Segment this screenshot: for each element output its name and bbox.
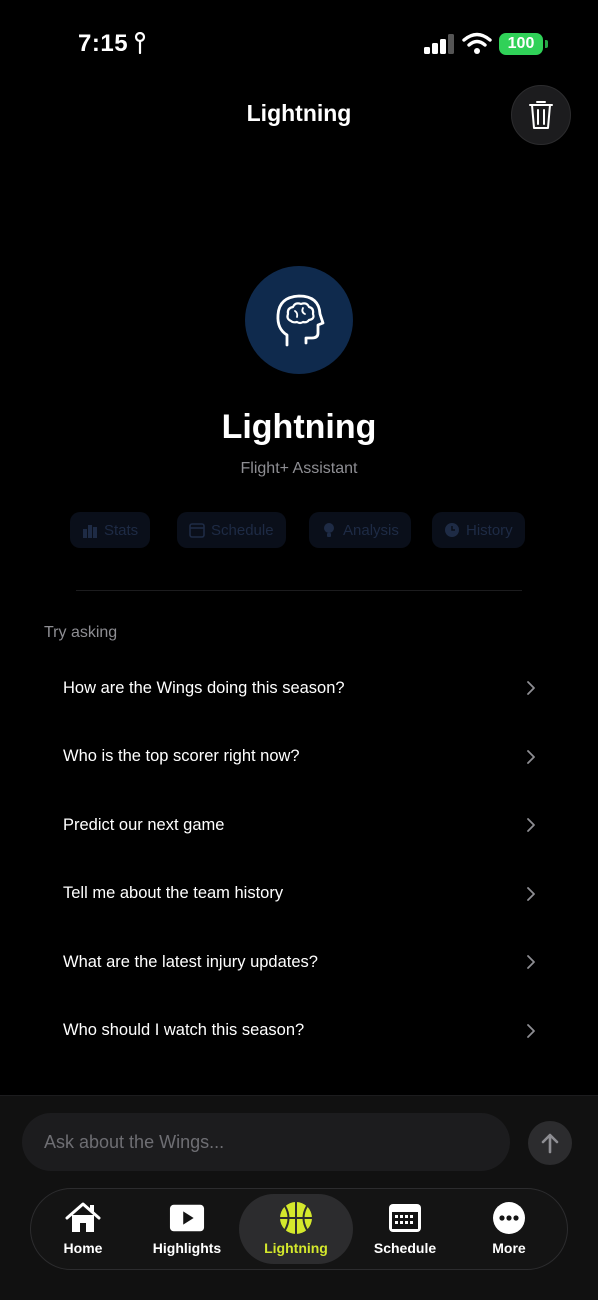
suggestion-text: Who is the top scorer right now?: [63, 747, 300, 766]
tab-home[interactable]: Home: [31, 1194, 135, 1264]
page-title: Lightning: [246, 100, 352, 126]
chip-label: Schedule: [211, 521, 274, 539]
topic-chips: Stats Schedule Analysis History: [0, 512, 598, 548]
ask-input[interactable]: [22, 1113, 510, 1171]
brain-head-icon: [276, 294, 325, 347]
suggestion-text: Who should I watch this season?: [63, 1021, 305, 1040]
suggestion-item[interactable]: Who should I watch this season?: [44, 997, 554, 1066]
chip-label: Stats: [104, 521, 139, 539]
tab-label: Highlights: [152, 1240, 222, 1256]
clock-icon: [445, 523, 459, 537]
clear-chat-button[interactable]: [511, 85, 571, 145]
status-time: 7:15: [78, 30, 129, 57]
tab-label: Schedule: [373, 1240, 437, 1256]
chip-history[interactable]: History: [432, 512, 525, 548]
location-pin-icon: [134, 32, 146, 54]
chevron-right-icon: [527, 749, 535, 764]
cellular-signal-icon: [424, 34, 454, 54]
assistant-subtitle: Flight+ Assistant: [240, 460, 358, 477]
chevron-right-icon: [527, 681, 535, 696]
suggestion-item[interactable]: Tell me about the team history: [44, 860, 554, 929]
section-divider: [76, 590, 522, 591]
chevron-right-icon: [527, 818, 535, 833]
calendar-icon: [189, 523, 205, 538]
play-icon: [169, 1204, 205, 1232]
chip-stats[interactable]: Stats: [70, 512, 151, 548]
basketball-icon: [280, 1202, 312, 1234]
chip-label: History: [466, 521, 513, 539]
battery-indicator: 100: [499, 33, 543, 55]
chevron-right-icon: [527, 1023, 535, 1038]
trash-icon: [529, 101, 553, 129]
tab-schedule[interactable]: Schedule: [353, 1194, 457, 1264]
status-bar: 7:15 100: [0, 0, 598, 90]
tab-highlights[interactable]: Highlights: [135, 1194, 239, 1264]
tab-bar: Home Highlights Lightning Schedule More: [30, 1188, 568, 1270]
lightbulb-icon: [324, 523, 334, 537]
suggestion-text: Tell me about the team history: [63, 884, 284, 903]
calendar-icon: [389, 1204, 421, 1232]
suggestion-item[interactable]: Who is the top scorer right now?: [44, 723, 554, 792]
home-icon: [65, 1202, 101, 1232]
suggestion-text: How are the Wings doing this season?: [63, 678, 345, 697]
more-icon: [493, 1202, 525, 1234]
bar-chart-icon: [83, 525, 97, 538]
tab-lightning[interactable]: Lightning: [239, 1194, 353, 1264]
tab-label: More: [492, 1240, 526, 1256]
suggestion-item[interactable]: How are the Wings doing this season?: [44, 654, 554, 723]
assistant-avatar: [245, 266, 353, 374]
suggestion-text: Predict our next game: [63, 815, 225, 834]
suggestion-list: How are the Wings doing this season? Who…: [44, 654, 554, 1065]
battery-tip: [545, 40, 548, 48]
wifi-icon: [462, 32, 492, 54]
suggestion-item[interactable]: Predict our next game: [44, 791, 554, 860]
suggestion-item[interactable]: What are the latest injury updates?: [44, 928, 554, 997]
try-asking-label: Try asking: [44, 624, 118, 641]
chip-label: Analysis: [343, 521, 399, 539]
tab-label: Lightning: [264, 1240, 328, 1256]
chip-analysis[interactable]: Analysis: [309, 512, 411, 548]
tab-more[interactable]: More: [457, 1194, 561, 1264]
tab-label: Home: [63, 1240, 103, 1256]
chip-schedule[interactable]: Schedule: [177, 512, 286, 548]
chevron-right-icon: [527, 886, 535, 901]
arrow-up-icon: [541, 1133, 559, 1154]
chevron-right-icon: [527, 955, 535, 970]
assistant-name: Lightning: [221, 408, 377, 446]
send-button[interactable]: [528, 1121, 572, 1165]
suggestion-text: What are the latest injury updates?: [63, 952, 318, 971]
